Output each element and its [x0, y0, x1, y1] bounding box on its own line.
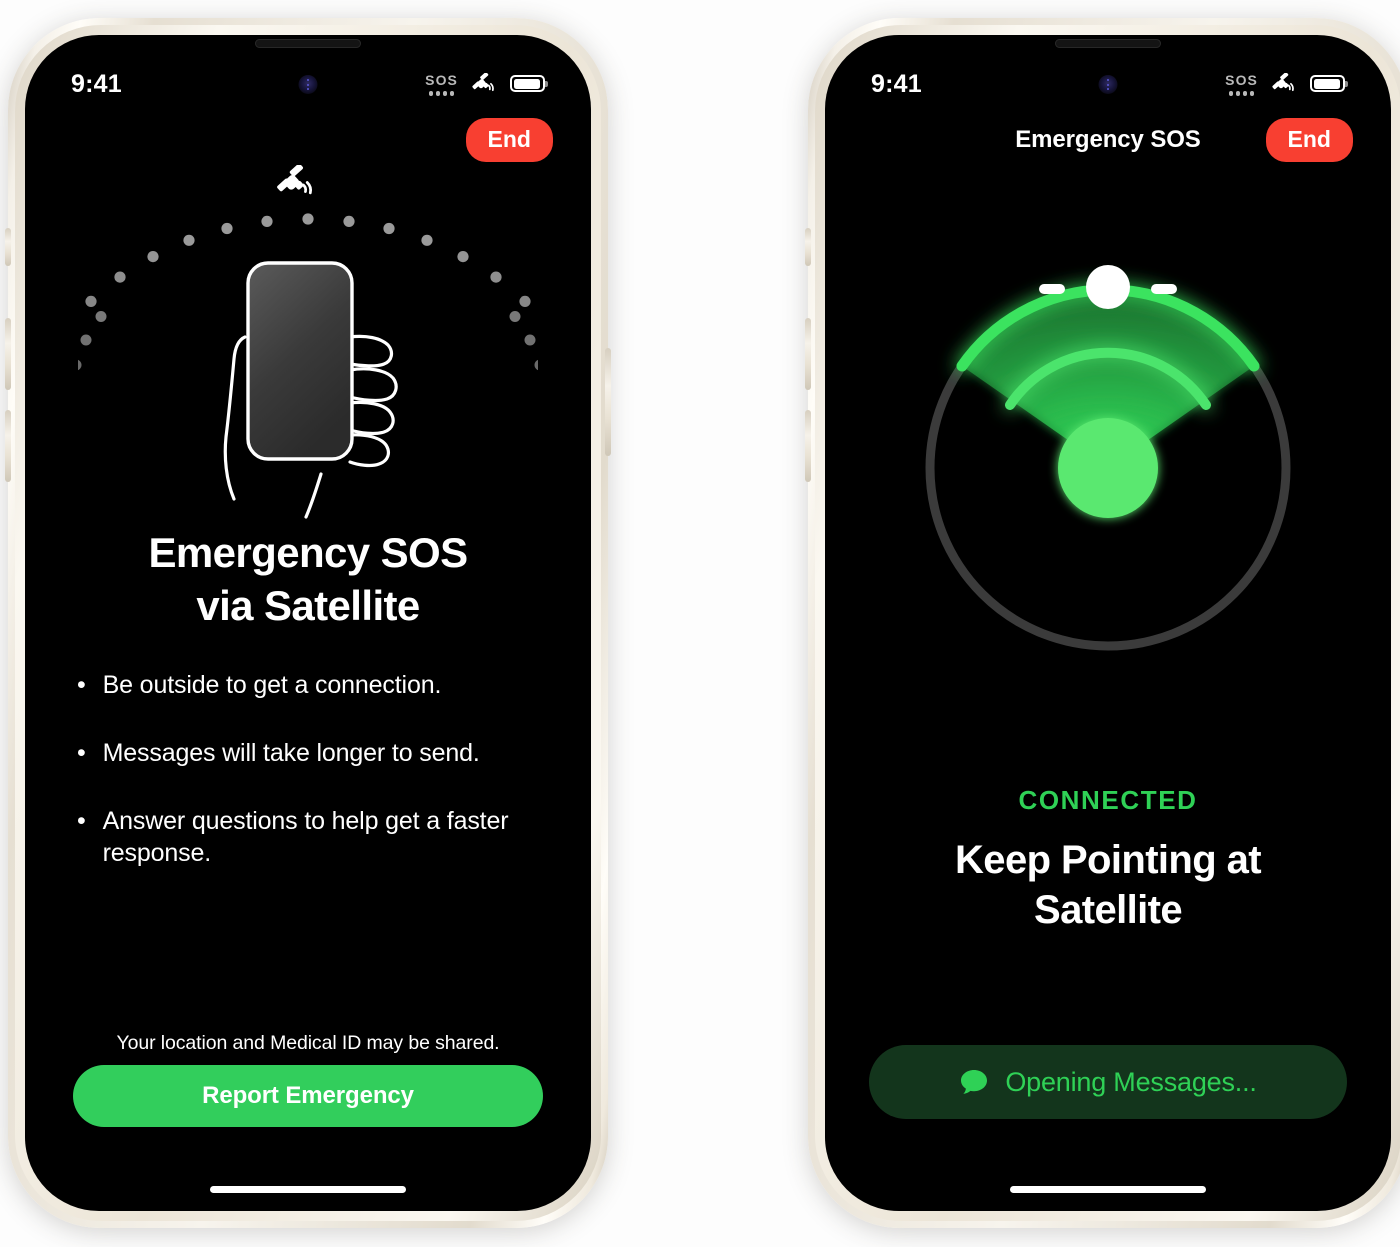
page-title-line2: Satellite — [1034, 888, 1183, 932]
battery-icon — [1310, 75, 1345, 93]
signal-dots-icon — [428, 91, 455, 96]
page-title: Emergency SOS via Satellite — [25, 527, 591, 633]
iphone-device-right: 9:41 SOS Emergency SOS End CONNECTED Kee… — [805, 18, 1400, 1228]
list-item-label: Be outside to get a connection. — [102, 671, 442, 699]
screen-left: 9:41 SOS End Emergency SOS via Satellite… — [25, 35, 591, 1211]
home-indicator[interactable] — [1010, 1186, 1206, 1193]
earpiece-speaker-icon — [255, 39, 361, 48]
page-title-line1: Keep Pointing at — [955, 838, 1262, 882]
bullet-marker: • — [77, 807, 86, 835]
sos-signal-indicator: SOS — [425, 72, 458, 96]
screenshot-canvas: 9:41 SOS End Emergency SOS via Satellite… — [0, 0, 1400, 1247]
opening-messages-label: Opening Messages... — [1005, 1066, 1257, 1097]
privacy-notice: Your location and Medical ID may be shar… — [116, 1032, 500, 1054]
volume-up-button[interactable] — [5, 318, 11, 390]
radar-center-dot — [1058, 418, 1158, 518]
page-title-line2: via Satellite — [196, 581, 420, 629]
front-camera-lens-dots — [306, 79, 310, 90]
volume-down-button[interactable] — [805, 410, 811, 482]
satellite-marker-dash-left — [1039, 284, 1065, 294]
satellite-marker-dot — [1086, 265, 1130, 309]
list-item: • Be outside to get a connection. — [77, 669, 551, 701]
nav-bar: End — [25, 115, 591, 165]
bullet-marker: • — [77, 671, 86, 699]
sos-label: SOS — [425, 72, 458, 89]
status-indicators: SOS — [425, 72, 545, 96]
iphone-device-left: 9:41 SOS End Emergency SOS via Satellite… — [5, 18, 611, 1228]
volume-up-button[interactable] — [805, 318, 811, 390]
status-indicators: SOS — [1225, 72, 1345, 96]
list-item: • Messages will take longer to send. — [77, 737, 551, 769]
power-button[interactable] — [605, 348, 611, 456]
status-time: 9:41 — [71, 69, 122, 98]
home-indicator[interactable] — [210, 1186, 406, 1193]
notch — [991, 35, 1225, 69]
sos-signal-indicator: SOS — [1225, 72, 1258, 96]
report-emergency-button[interactable]: Report Emergency — [73, 1065, 543, 1127]
page-title-line1: Emergency SOS — [148, 529, 468, 576]
status-badge: CONNECTED — [1018, 785, 1198, 815]
satellite-marker-dash-right — [1151, 284, 1177, 294]
screen-right: 9:41 SOS Emergency SOS End CONNECTED Kee… — [825, 35, 1391, 1211]
instructions-list: • Be outside to get a connection. • Mess… — [77, 669, 551, 905]
mute-switch-button[interactable] — [805, 228, 811, 266]
end-button[interactable]: End — [465, 118, 553, 162]
signal-dots-icon — [1228, 91, 1255, 96]
nav-bar: Emergency SOS End — [825, 115, 1391, 165]
bullet-marker: • — [77, 739, 86, 767]
front-camera-lens-dots — [1106, 79, 1110, 90]
opening-messages-button[interactable]: Opening Messages... — [869, 1045, 1347, 1119]
page-title: Keep Pointing at Satellite — [855, 835, 1361, 935]
message-bubble-icon — [961, 1070, 988, 1094]
battery-icon — [510, 75, 545, 93]
earpiece-speaker-icon — [1055, 39, 1161, 48]
satellite-icon — [277, 165, 312, 195]
list-item-label: Answer questions to help get a faster re… — [102, 807, 509, 867]
sos-label: SOS — [1225, 72, 1258, 89]
satellite-icon — [1272, 72, 1294, 92]
phone-in-hand — [246, 261, 354, 461]
satellite-icon — [472, 72, 494, 92]
list-item-label: Messages will take longer to send. — [102, 739, 480, 767]
mute-switch-button[interactable] — [5, 228, 11, 266]
satellite-pointing-radar — [825, 253, 1391, 703]
list-item: • Answer questions to help get a faster … — [77, 805, 551, 869]
status-time: 9:41 — [871, 69, 922, 98]
notch — [191, 35, 425, 69]
volume-down-button[interactable] — [5, 410, 11, 482]
hand-holding-phone-illustration — [25, 165, 591, 565]
end-button[interactable]: End — [1265, 118, 1353, 162]
